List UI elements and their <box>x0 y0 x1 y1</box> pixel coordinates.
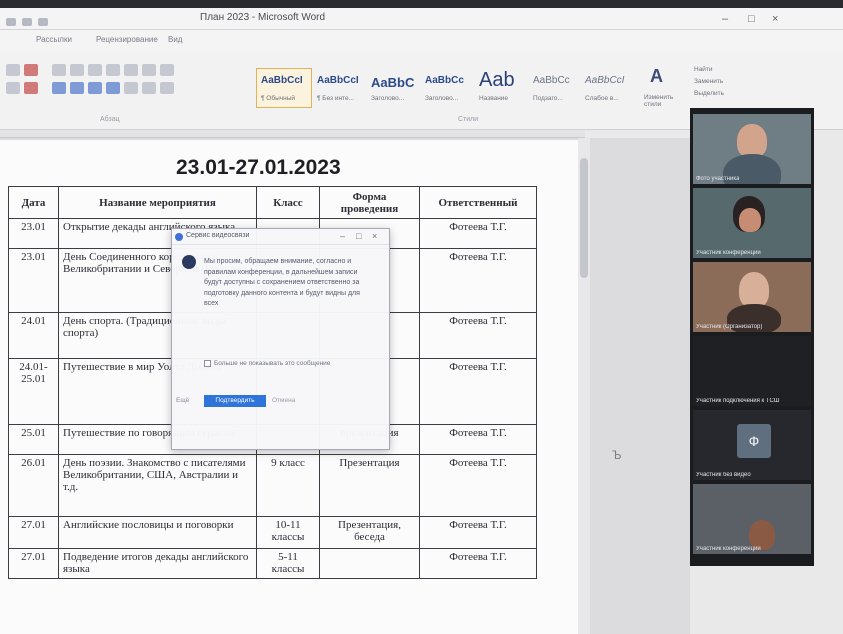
dialog-close-button[interactable]: × <box>372 231 377 241</box>
dialog-title: Сервис видеосвязи <box>186 232 250 239</box>
select-button[interactable]: Выделить <box>694 90 724 97</box>
dialog-message: Мы просим, обращаем внимание, согласно и… <box>204 258 360 307</box>
header-class: Класс <box>256 186 320 219</box>
tab-review[interactable]: Рецензирование <box>96 35 158 44</box>
participant-video <box>739 272 769 308</box>
font-size-icon[interactable] <box>6 64 20 76</box>
participant-tile[interactable]: Участник конференции <box>693 188 811 258</box>
style-title[interactable]: Aab Название <box>474 68 530 108</box>
table-row: 27.01 Английские пословицы и поговорки 1… <box>8 516 537 549</box>
dont-show-again-checkbox[interactable]: Больше не показывать это сообщение <box>204 359 382 368</box>
word-window: План 2023 - Microsoft Word – □ × Рассылк… <box>0 8 843 634</box>
multilevel-list-icon[interactable] <box>88 64 102 76</box>
cursor-mark: Ъ <box>612 448 622 462</box>
header-date: Дата <box>8 186 59 219</box>
header-event: Название мероприятия <box>58 186 257 219</box>
app-icon <box>175 233 183 241</box>
minimize-button[interactable]: – <box>722 13 728 25</box>
info-icon <box>182 255 196 269</box>
participant-tile[interactable]: Участник конференции <box>693 484 811 554</box>
horizontal-ruler[interactable] <box>0 130 585 138</box>
decrease-indent-icon[interactable] <box>106 64 120 76</box>
increase-indent-icon[interactable] <box>124 64 138 76</box>
table-row: 27.01 Подведение итогов декады английско… <box>8 548 537 579</box>
sort-icon[interactable] <box>142 64 156 76</box>
participant-tile[interactable]: Участник (Организатор) <box>693 262 811 332</box>
title-bar: План 2023 - Microsoft Word – □ × <box>0 8 843 30</box>
find-button[interactable]: Найти <box>694 66 713 73</box>
vertical-scrollbar[interactable] <box>578 138 590 634</box>
borders-icon[interactable] <box>160 82 174 94</box>
window-title: План 2023 - Microsoft Word <box>200 12 326 23</box>
quick-access-toolbar[interactable] <box>6 13 66 26</box>
change-styles-label[interactable]: Изменить стили <box>644 94 684 108</box>
paragraph-group-label: Абзац <box>100 116 120 123</box>
notice-dialog: Сервис видеосвязи – □ × Мы просим, обращ… <box>171 228 390 450</box>
style-heading-2[interactable]: AaBbCc Заголово... <box>420 68 476 108</box>
table-header-row: Дата Название мероприятия Класс Форма пр… <box>8 186 537 219</box>
style-no-spacing[interactable]: AaBbCcI ¶ Без инте... <box>312 68 368 108</box>
justify-icon[interactable] <box>106 82 120 94</box>
style-normal[interactable]: AaBbCcI ¶ Обычный <box>256 68 312 108</box>
align-right-icon[interactable] <box>88 82 102 94</box>
font-color-icon[interactable] <box>24 64 38 76</box>
highlight-icon[interactable] <box>6 82 20 94</box>
dialog-header: Сервис видеосвязи – □ × <box>172 229 389 245</box>
styles-group-label: Стили <box>458 116 479 123</box>
bullets-icon[interactable] <box>52 64 66 76</box>
maximize-button[interactable]: □ <box>748 13 755 25</box>
checkbox-icon[interactable] <box>204 359 211 367</box>
participant-video <box>737 124 767 158</box>
tab-view[interactable]: Вид <box>168 35 182 44</box>
header-responsible: Ответственный <box>419 186 537 219</box>
participant-tile[interactable]: Участник подключения к ТСШ <box>693 336 811 406</box>
style-subtle-emphasis[interactable]: AaBbCcI Слабое в... <box>580 68 636 108</box>
participant-tile[interactable]: Ф Участник без видео <box>693 410 811 480</box>
scrollbar-thumb[interactable] <box>580 158 588 278</box>
line-spacing-icon[interactable] <box>124 82 138 94</box>
style-heading-1[interactable]: AaBbC Заголово... <box>366 68 422 108</box>
style-subtitle[interactable]: AaBbCc Подзаго... <box>528 68 584 108</box>
participant-tile[interactable]: Фото участника <box>693 114 811 184</box>
table-row: 26.01 День поэзии. Знакомство с писателя… <box>8 454 537 517</box>
ribbon-tabs: Рассылки Рецензирование Вид <box>0 30 843 50</box>
dialog-more-link[interactable]: Ещё <box>176 397 189 404</box>
dialog-minimize-button[interactable]: – <box>340 231 345 241</box>
close-button[interactable]: × <box>772 13 778 25</box>
text-color-icon[interactable] <box>24 82 38 94</box>
change-styles-icon[interactable]: A <box>650 66 670 86</box>
cancel-button[interactable]: Отмена <box>272 397 295 404</box>
replace-button[interactable]: Заменить <box>694 78 723 85</box>
show-marks-icon[interactable] <box>160 64 174 76</box>
align-left-icon[interactable] <box>52 82 66 94</box>
dialog-maximize-button[interactable]: □ <box>356 231 361 241</box>
align-center-icon[interactable] <box>70 82 84 94</box>
numbering-icon[interactable] <box>70 64 84 76</box>
video-call-panel: Фото участника Участник конференции Учас… <box>690 108 814 566</box>
confirm-button[interactable]: Подтвердить <box>204 395 266 407</box>
participant-avatar: Ф <box>737 424 771 458</box>
page-heading-date: 23.01-27.01.2023 <box>176 156 341 179</box>
header-form: Форма проведения <box>319 186 420 219</box>
shading-icon[interactable] <box>142 82 156 94</box>
tab-mailings[interactable]: Рассылки <box>36 35 72 44</box>
